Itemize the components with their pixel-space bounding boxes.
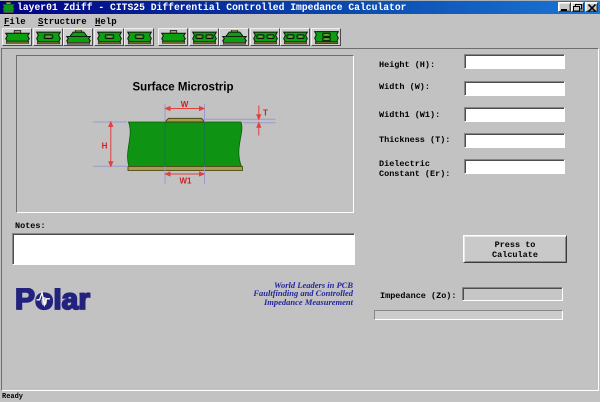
svg-text:Polar: Polar: [15, 288, 90, 312]
svg-text:T: T: [263, 109, 268, 118]
svg-text:H: H: [102, 142, 108, 151]
svg-text:Surface Microstrip: Surface Microstrip: [133, 82, 234, 94]
svg-text:W1: W1: [180, 177, 193, 186]
svg-text:W: W: [181, 100, 189, 109]
